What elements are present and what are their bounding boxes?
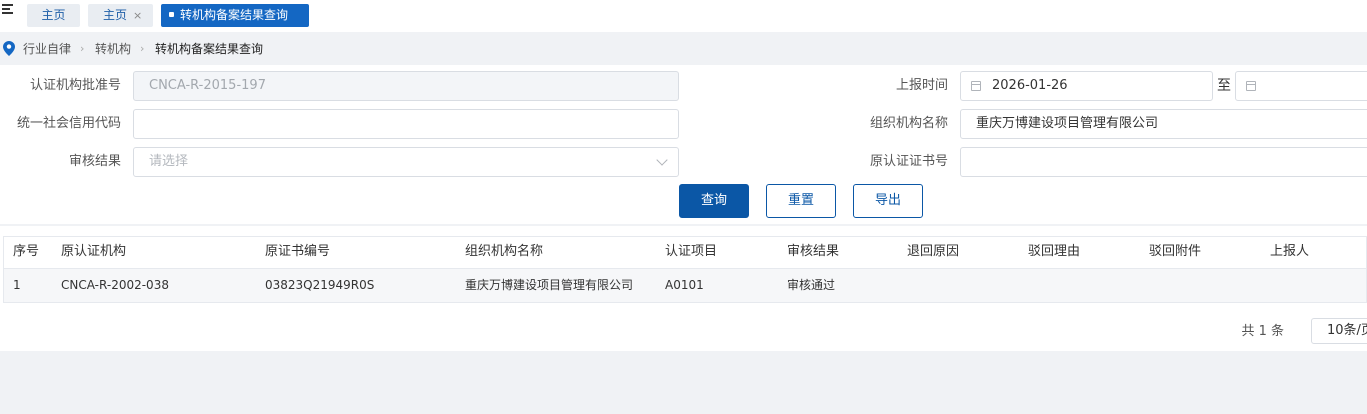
org-name-value: 重庆万博建设项目管理有限公司 bbox=[976, 116, 1159, 131]
calendar-icon bbox=[1246, 81, 1256, 91]
page-size-select[interactable]: 10条/页 bbox=[1311, 318, 1367, 344]
results-panel: 序号 原认证机构 原证书编号 组织机构名称 认证项目 审核结果 退回原因 驳回理… bbox=[0, 226, 1367, 351]
review-result-select[interactable]: 请选择 bbox=[133, 147, 679, 177]
range-separator: 至 bbox=[1217, 78, 1231, 94]
tab-label: 主页 bbox=[41, 8, 66, 22]
export-button[interactable]: 导出 bbox=[853, 184, 923, 218]
reset-button[interactable]: 重置 bbox=[766, 184, 836, 218]
tab-home-2[interactable]: 主页 × bbox=[88, 4, 153, 27]
report-time-end-input[interactable] bbox=[1235, 71, 1367, 101]
chevron-down-icon bbox=[656, 154, 668, 166]
calendar-icon bbox=[971, 81, 981, 91]
column-header: 上报人 bbox=[1270, 244, 1310, 259]
org-name-input[interactable]: 重庆万博建设项目管理有限公司 bbox=[960, 109, 1367, 139]
credit-code-label: 统一社会信用代码 bbox=[16, 116, 121, 131]
column-header: 认证项目 bbox=[665, 244, 718, 259]
table-cell: 重庆万博建设项目管理有限公司 bbox=[465, 278, 634, 292]
report-time-start-value: 2026-01-26 bbox=[992, 78, 1068, 93]
tab-label: 主页 bbox=[103, 8, 128, 22]
column-header: 驳回附件 bbox=[1149, 244, 1202, 259]
table-cell: A0101 bbox=[665, 278, 704, 292]
breadcrumb-item-transfer[interactable]: 转机构 bbox=[95, 34, 131, 64]
breadcrumb-item-current: 转机构备案结果查询 bbox=[155, 42, 264, 56]
breadcrumb: 行业自律 › 转机构 › 转机构备案结果查询 bbox=[0, 34, 1367, 64]
review-result-label: 审核结果 bbox=[68, 154, 121, 169]
chevron-right-icon: › bbox=[80, 42, 85, 55]
orig-cert-no-input[interactable] bbox=[960, 147, 1367, 177]
org-name-label: 组织机构名称 bbox=[869, 116, 948, 131]
table-row[interactable]: 1 CNCA-R-2002-038 03823Q21949R0S 重庆万博建设项… bbox=[3, 268, 1367, 303]
table-header: 序号 原认证机构 原证书编号 组织机构名称 认证项目 审核结果 退回原因 驳回理… bbox=[3, 236, 1367, 268]
query-button[interactable]: 查询 bbox=[679, 184, 749, 218]
pagination-total: 共 1 条 bbox=[1241, 324, 1284, 339]
chevron-right-icon: › bbox=[140, 42, 145, 55]
column-header: 序号 bbox=[13, 244, 40, 259]
active-dot-icon bbox=[169, 12, 174, 17]
column-header: 组织机构名称 bbox=[465, 244, 544, 259]
tab-home-1[interactable]: 主页 bbox=[27, 4, 80, 27]
report-time-start-input[interactable]: 2026-01-26 bbox=[960, 71, 1213, 101]
column-header: 驳回理由 bbox=[1028, 244, 1081, 259]
column-header: 退回原因 bbox=[907, 244, 960, 259]
close-icon[interactable]: × bbox=[133, 9, 142, 22]
menu-toggle-icon[interactable] bbox=[2, 3, 14, 15]
column-header: 原证书编号 bbox=[265, 244, 331, 259]
table-cell: CNCA-R-2002-038 bbox=[61, 278, 169, 292]
tab-label: 转机构备案结果查询 bbox=[180, 8, 289, 22]
approval-no-value: CNCA-R-2015-197 bbox=[149, 78, 266, 93]
orig-cert-no-label: 原认证证书号 bbox=[869, 154, 948, 169]
tab-bar: 主页 主页 × 转机构备案结果查询× bbox=[0, 0, 1367, 45]
review-result-placeholder: 请选择 bbox=[149, 154, 189, 169]
table-cell: 1 bbox=[13, 278, 21, 292]
table-cell: 审核通过 bbox=[787, 278, 836, 292]
table-cell: 03823Q21949R0S bbox=[265, 278, 375, 292]
page-size-value: 10条/页 bbox=[1327, 323, 1367, 338]
tab-transfer-result-query[interactable]: 转机构备案结果查询× bbox=[161, 4, 309, 45]
report-time-label: 上报时间 bbox=[895, 78, 948, 93]
column-header: 原认证机构 bbox=[61, 244, 127, 259]
approval-no-input: CNCA-R-2015-197 bbox=[133, 71, 679, 101]
breadcrumb-item-industry[interactable]: 行业自律 bbox=[23, 34, 71, 64]
credit-code-input[interactable] bbox=[133, 109, 679, 139]
column-header: 审核结果 bbox=[787, 244, 840, 259]
location-pin-icon bbox=[3, 41, 15, 56]
approval-no-label: 认证机构批准号 bbox=[29, 78, 121, 93]
